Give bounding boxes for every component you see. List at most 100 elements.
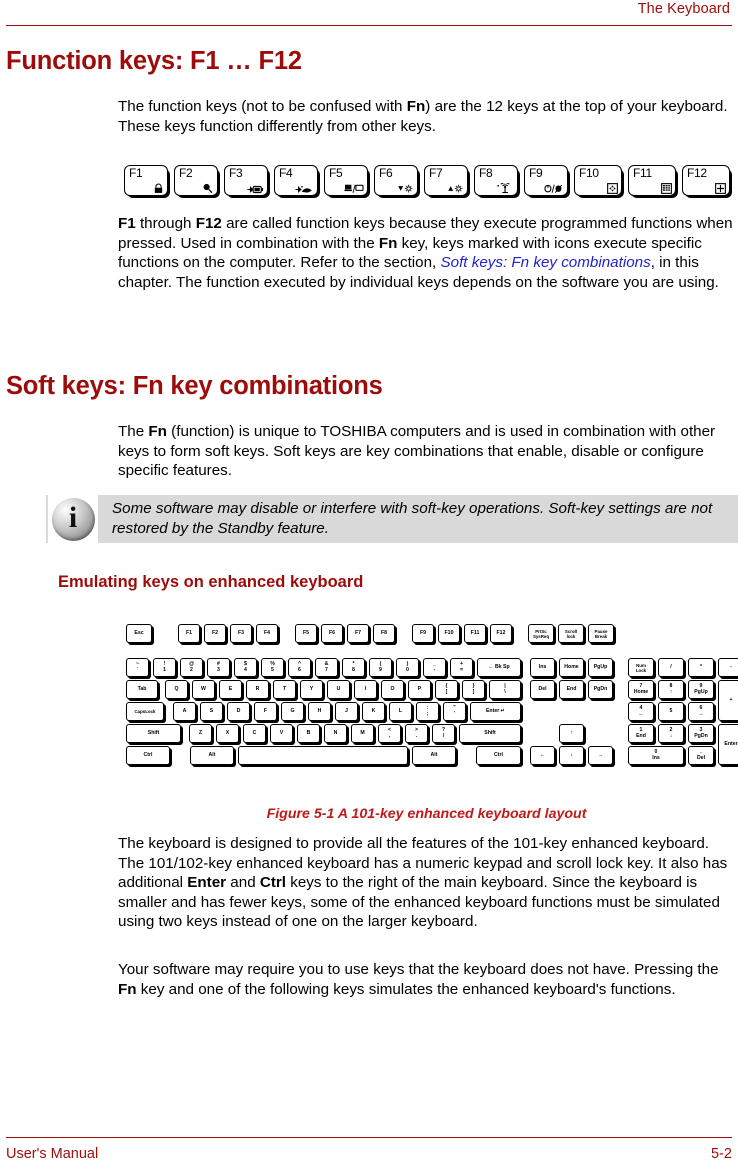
kbd-key-esc: Esc bbox=[126, 624, 152, 643]
kbd-key-2: @2 bbox=[180, 658, 203, 677]
kbd-key-kp-4-bottom: ← bbox=[638, 710, 644, 717]
kbd-key-kp-plus: + bbox=[718, 680, 738, 721]
kbd-key-b: B bbox=[297, 724, 320, 743]
kbd-key-kp-4: 4 ← bbox=[628, 702, 654, 721]
kbd-key-5: % 5 bbox=[261, 658, 284, 677]
kbd-key-u: U bbox=[327, 680, 350, 699]
kbd-key-lbracket: {[ bbox=[435, 680, 458, 699]
fkey-f10-label: F10 bbox=[579, 166, 599, 180]
paragraph-function-keys-detail: F1 through F12 are called function keys … bbox=[118, 214, 735, 292]
kbd-key-a: A bbox=[173, 702, 196, 721]
padlock-icon bbox=[153, 183, 164, 194]
fkey-f3-label: F3 bbox=[229, 166, 243, 180]
fkey-f4-label: F4 bbox=[279, 166, 293, 180]
kbd-key-f8: F8 bbox=[373, 624, 395, 643]
kbd-key-spacebar bbox=[238, 746, 408, 765]
kbd-key-backspace: ← Bk Sp bbox=[477, 658, 521, 677]
kbd-key-numlock-bottom: Lock bbox=[635, 667, 647, 673]
brightness-up-icon bbox=[447, 184, 464, 194]
display-output-icon bbox=[344, 184, 364, 194]
manual-page: The Keyboard Function keys: F1 … F12 The… bbox=[0, 0, 738, 1172]
brightness-down-icon bbox=[397, 184, 414, 194]
fkey-f1: F1 bbox=[124, 165, 170, 198]
fkey-f8-label: F8 bbox=[479, 166, 493, 180]
kbd-key-comma-bottom: , bbox=[388, 732, 391, 739]
kbd-key-rshift: Shift bbox=[459, 724, 521, 743]
kbd-key-f7: F7 bbox=[347, 624, 369, 643]
kbd-key-z: Z bbox=[189, 724, 212, 743]
kbd-key-6-bottom: 6 bbox=[298, 666, 301, 673]
kbd-key-kp-8-bottom: ↑ bbox=[669, 688, 673, 695]
fkey-f11-label: F11 bbox=[633, 166, 652, 180]
kbd-key-enter: Enter ↵ bbox=[470, 702, 521, 721]
paragraph-function-keys-intro: The function keys (not to be confused wi… bbox=[118, 97, 735, 136]
kbd-key-kp-0-bottom: Ins bbox=[652, 754, 660, 761]
fkey-f9: F9 bbox=[524, 165, 570, 198]
cross-reference-link[interactable]: Soft keys: Fn key combinations bbox=[441, 254, 651, 271]
standby-battery-icon bbox=[247, 185, 264, 194]
kbd-key-kp-0: 0 Ins bbox=[628, 746, 684, 765]
kbd-key-arrow-right: → bbox=[588, 746, 613, 765]
kbd-key-minus-bottom: - bbox=[433, 666, 436, 673]
kbd-key-backslash-bottom: \ bbox=[504, 688, 506, 695]
p1-text-a: The function keys (not to be confused wi… bbox=[118, 98, 407, 115]
kbd-key-tab: Tab bbox=[126, 680, 158, 699]
kbd-key-home: Home bbox=[559, 658, 584, 677]
kbd-key-minus: _ - bbox=[423, 658, 446, 677]
kbd-key-tilde: ~ ` bbox=[126, 658, 149, 677]
header-chapter-title: The Keyboard bbox=[637, 1, 730, 17]
kbd-key-f9: F9 bbox=[412, 624, 434, 643]
p4-text-b: and bbox=[226, 874, 260, 892]
fkey-f8: F8 bbox=[474, 165, 520, 198]
kbd-key-1: ! 1 bbox=[153, 658, 176, 677]
kbd-key-j: J bbox=[335, 702, 358, 721]
fkey-f7: F7 bbox=[424, 165, 470, 198]
kbd-key-end: End bbox=[559, 680, 584, 699]
kbd-key-0-bottom: 0 bbox=[406, 666, 409, 673]
info-icon-bubble: i bbox=[51, 497, 95, 541]
magnifier-icon bbox=[202, 183, 214, 194]
kbd-key-w: W bbox=[192, 680, 215, 699]
kbd-key-kp-multiply: * bbox=[688, 658, 714, 677]
fkey-f2-label: F2 bbox=[179, 166, 193, 180]
p4-enter-bold: Enter bbox=[187, 874, 227, 892]
info-icon-glyph: i bbox=[68, 501, 78, 534]
kbd-key-m: M bbox=[351, 724, 374, 743]
fkey-f12: F12 bbox=[682, 165, 732, 198]
kbd-key-f3: F3 bbox=[230, 624, 252, 643]
p5-text-b: key and one of the following keys simula… bbox=[136, 980, 676, 998]
kbd-key-i: I bbox=[354, 680, 377, 699]
kbd-key-prtsc: PrtSc SysReq bbox=[528, 624, 554, 643]
kbd-key-kp-8: 8 ↑ bbox=[658, 680, 684, 699]
kbd-key-n: N bbox=[324, 724, 347, 743]
fkey-f2: F2 bbox=[174, 165, 220, 198]
kbd-key-slash: ? / bbox=[432, 724, 455, 743]
kbd-key-7-bottom: 7 bbox=[325, 666, 328, 673]
kbd-key-rctrl: Ctrl bbox=[476, 746, 521, 765]
kbd-key-semicolon-bottom: ; bbox=[426, 710, 429, 717]
kbd-key-lctrl: Ctrl bbox=[126, 746, 170, 765]
kbd-key-kp-enter: Enter bbox=[718, 724, 738, 765]
kbd-key-h: H bbox=[308, 702, 331, 721]
p5-fn-bold: Fn bbox=[118, 980, 137, 998]
kbd-key-6: ^ 6 bbox=[288, 658, 311, 677]
p1-fn-bold: Fn bbox=[406, 98, 426, 115]
kbd-key-0: ) 0 bbox=[396, 658, 419, 677]
kbd-key-kp-7-bottom: Home bbox=[633, 688, 649, 695]
kbd-key-arrow-left: ← bbox=[530, 746, 555, 765]
kbd-key-9-bottom: 9 bbox=[379, 666, 382, 673]
heading-emulating-keys: Emulating keys on enhanced keyboard bbox=[58, 573, 364, 591]
kbd-key-period: >. bbox=[405, 724, 428, 743]
note-text: Some software may disable or interfere w… bbox=[112, 500, 713, 537]
fkey-f7-label: F7 bbox=[429, 166, 443, 180]
paragraph-simulated-keys: Your software may require you to use key… bbox=[118, 960, 735, 999]
kbd-key-q: Q bbox=[165, 680, 188, 699]
arrow-keypad-icon bbox=[607, 183, 618, 194]
kbd-key-f6: F6 bbox=[321, 624, 343, 643]
kbd-key-slash-bottom: / bbox=[442, 732, 445, 739]
hibernate-icon bbox=[295, 185, 314, 194]
kbd-key-semicolon: :; bbox=[416, 702, 439, 721]
kbd-key-kp-5-top: 5 bbox=[669, 707, 673, 714]
kbd-key-kp-1: 1 End bbox=[628, 724, 654, 743]
kbd-key-kp-9-bottom: PgUp bbox=[694, 688, 708, 695]
